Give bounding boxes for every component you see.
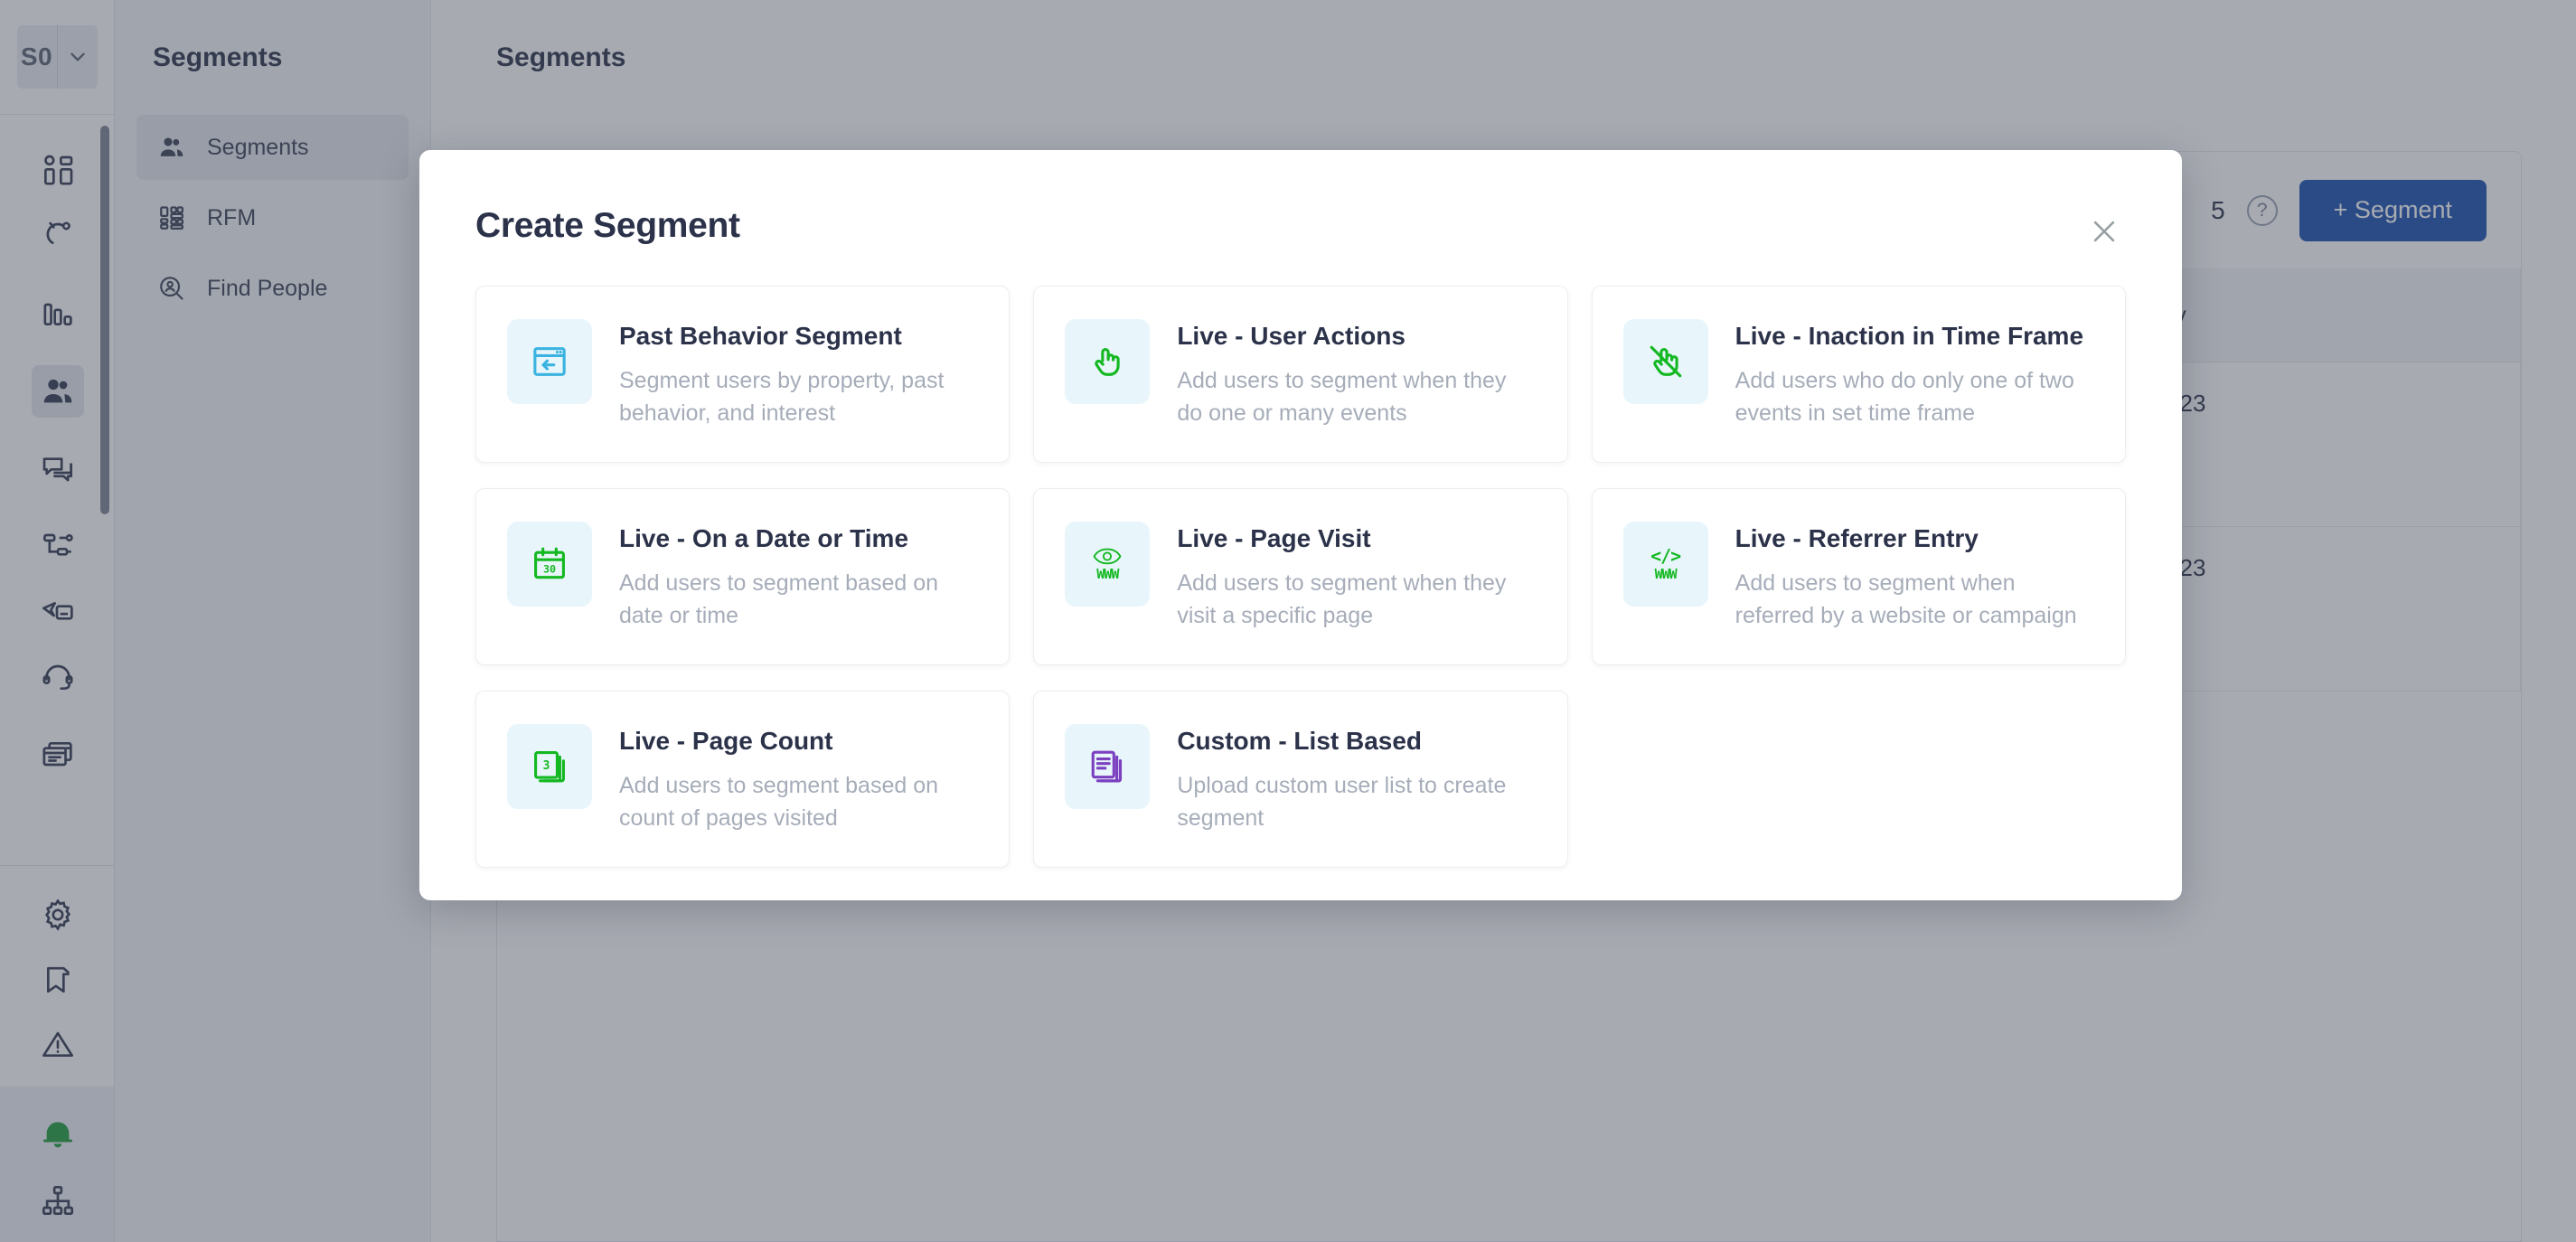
segment-type-card-page-visit[interactable]: WWW Live - Page Visit Add users to segme… (1033, 488, 1568, 666)
pointer-hand-icon (1065, 319, 1151, 404)
card-description: Add users to segment based on count of p… (619, 772, 939, 832)
card-title: Live - Referrer Entry (1735, 524, 1979, 553)
grid-empty-slot (1592, 691, 2126, 868)
segment-type-card-page-count[interactable]: 3 Live - Page Count Add users to segment… (475, 691, 1011, 869)
card-title: Custom - List Based (1177, 727, 1423, 756)
card-title: Live - Page Count (619, 727, 833, 756)
code-www-icon: </> WWW (1622, 522, 1708, 607)
modal-title: Create Segment (475, 206, 740, 245)
card-description: Add users to segment when they do one or… (1177, 367, 1507, 426)
card-title: Live - Inaction in Time Frame (1735, 322, 2084, 350)
segment-type-card-past-behavior[interactable]: Past Behavior Segment Segment users by p… (475, 286, 1011, 464)
card-title: Live - Page Visit (1177, 524, 1371, 553)
card-description: Segment users by property, past behavior… (619, 367, 945, 426)
segment-type-card-user-actions[interactable]: Live - User Actions Add users to segment… (1033, 286, 1568, 464)
svg-text:3: 3 (543, 759, 550, 773)
close-icon[interactable] (2084, 212, 2124, 251)
segment-type-card-date-or-time[interactable]: 30 Live - On a Date or Time Add users to… (475, 488, 1011, 666)
card-description: Add users to segment based on date or ti… (619, 569, 939, 628)
card-description: Upload custom user list to create segmen… (1177, 772, 1507, 832)
create-segment-modal: Create Segment Past Behavior Segment Seg… (419, 150, 2182, 900)
pages-count-3-icon: 3 (507, 724, 592, 810)
svg-text:30: 30 (543, 563, 556, 576)
card-description: Add users to segment when referred by a … (1735, 569, 2077, 628)
segment-type-card-inaction-time-frame[interactable]: Live - Inaction in Time Frame Add users … (1591, 286, 2126, 464)
browser-back-icon (507, 319, 592, 404)
segment-type-card-list-based[interactable]: Custom - List Based Upload custom user l… (1033, 691, 1568, 869)
eye-www-icon: WWW (1065, 522, 1151, 607)
segment-type-card-referrer-entry[interactable]: </> WWW Live - Referrer Entry Add users … (1591, 488, 2126, 666)
card-description: Add users who do only one of two events … (1735, 367, 2074, 426)
pointer-hand-disabled-icon (1622, 319, 1708, 404)
list-document-icon (1065, 724, 1151, 810)
card-title: Live - On a Date or Time (619, 524, 909, 553)
calendar-30-icon: 30 (507, 522, 592, 607)
segment-type-grid: Past Behavior Segment Segment users by p… (475, 286, 2126, 869)
card-title: Live - User Actions (1177, 322, 1406, 350)
card-title: Past Behavior Segment (619, 322, 902, 350)
card-description: Add users to segment when they visit a s… (1177, 569, 1507, 628)
